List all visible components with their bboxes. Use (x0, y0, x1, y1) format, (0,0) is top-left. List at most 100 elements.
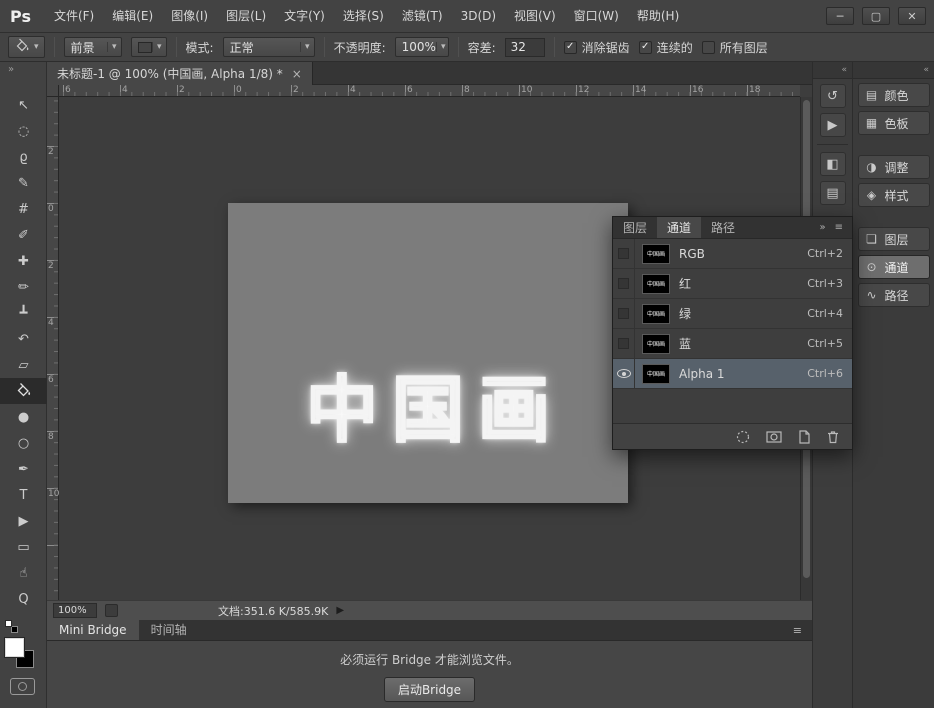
channel-thumbnail[interactable]: 中国画 (642, 244, 670, 264)
dock-collapse-chevron[interactable]: « (813, 62, 852, 79)
crop-tool[interactable]: # (0, 196, 47, 222)
actions-panel-button[interactable]: ▶ (820, 113, 846, 137)
channel-shortcut: Ctrl+3 (807, 277, 843, 290)
move-tool[interactable]: ↖ (0, 92, 47, 118)
menu-select[interactable]: 选择(S) (334, 0, 393, 33)
toolbar-collapse-chevron[interactable]: » (0, 62, 46, 78)
new-channel-button[interactable] (797, 430, 811, 444)
healing-brush-tool[interactable]: ✚ (0, 248, 47, 274)
channel-row-green[interactable]: 中国画 绿 Ctrl+4 (613, 299, 852, 329)
close-button[interactable]: ✕ (898, 7, 926, 25)
delete-channel-button[interactable] (826, 430, 840, 444)
tab-timeline[interactable]: 时间轴 (139, 620, 199, 640)
visibility-toggle[interactable] (613, 239, 635, 268)
tab-close-icon[interactable]: × (292, 67, 302, 81)
load-selection-button[interactable] (735, 430, 751, 444)
menu-window[interactable]: 窗口(W) (565, 0, 628, 33)
zoom-level-field[interactable]: 100% (53, 603, 97, 618)
marquee-tool[interactable]: ◌ (0, 118, 47, 144)
path-selection-tool[interactable]: ▶ (0, 508, 47, 534)
eyedropper-tool[interactable]: ✐ (0, 222, 47, 248)
channel-row-blue[interactable]: 中国画 蓝 Ctrl+5 (613, 329, 852, 359)
visibility-toggle[interactable] (613, 329, 635, 358)
restore-button[interactable]: ▢ (862, 7, 890, 25)
tab-layers[interactable]: 图层 (613, 217, 657, 238)
panel-button-paths[interactable]: ∿ 路径 (858, 283, 930, 307)
ruler-number: 8 (48, 433, 54, 442)
panel-menu-icon[interactable]: ≡ (793, 620, 802, 640)
pattern-picker[interactable]: ▾ (131, 37, 167, 57)
fill-source-select[interactable]: 前景 ▾ (64, 37, 122, 57)
quick-mask-button[interactable] (10, 678, 35, 695)
document-canvas[interactable]: 中国画 (228, 203, 628, 503)
visibility-toggle[interactable] (613, 269, 635, 298)
menu-edit[interactable]: 编辑(E) (103, 0, 162, 33)
tab-mini-bridge[interactable]: Mini Bridge (47, 620, 139, 640)
mode-select[interactable]: 正常 ▾ (223, 37, 315, 57)
tab-paths[interactable]: 路径 (701, 217, 745, 238)
status-icon[interactable] (105, 604, 118, 617)
visibility-toggle[interactable] (613, 299, 635, 328)
antialias-checkbox[interactable]: ✓ 消除锯齿 (564, 39, 630, 56)
rectangle-tool-icon: ▭ (17, 541, 29, 554)
panel-button-color[interactable]: ▤ 颜色 (858, 83, 930, 107)
rectangle-tool[interactable]: ▭ (0, 534, 47, 560)
tool-preset-picker[interactable]: ▾ (8, 36, 45, 58)
foreground-color-swatch[interactable] (5, 638, 24, 657)
brush-tool[interactable]: ✏ (0, 274, 47, 300)
panel-button-styles[interactable]: ◈ 样式 (858, 183, 930, 207)
healing-brush-tool-icon: ✚ (18, 255, 29, 268)
channel-row-red[interactable]: 中国画 红 Ctrl+3 (613, 269, 852, 299)
tool-list: ↖ ◌ ϱ ✎ # ✐ ✚ ✏ ┻ ↶ ▱ ● ○ ✒ T ▶ ▭ ☝ Q (0, 92, 46, 612)
channel-row-rgb[interactable]: 中国画 RGB Ctrl+2 (613, 239, 852, 269)
all-layers-checkbox[interactable]: 所有图层 (702, 39, 768, 56)
menu-image[interactable]: 图像(I) (162, 0, 217, 33)
channel-thumbnail[interactable]: 中国画 (642, 334, 670, 354)
chevron-down-icon: ▾ (152, 42, 166, 52)
document-tab[interactable]: 未标题-1 @ 100% (中国画, Alpha 1/8) * × (47, 62, 313, 85)
menu-help[interactable]: 帮助(H) (628, 0, 688, 33)
panel-button-layers[interactable]: ❏ 图层 (858, 227, 930, 251)
visibility-toggle[interactable] (613, 359, 635, 388)
channel-thumbnail[interactable]: 中国画 (642, 304, 670, 324)
tab-channels[interactable]: 通道 (657, 217, 701, 238)
pen-tool[interactable]: ✒ (0, 456, 47, 482)
tolerance-input[interactable]: 32 (505, 38, 545, 57)
menu-type[interactable]: 文字(Y) (275, 0, 334, 33)
menu-view[interactable]: 视图(V) (505, 0, 565, 33)
history-brush-tool[interactable]: ↶ (0, 326, 47, 352)
status-expand-arrow[interactable]: ▶ (336, 605, 344, 616)
dodge-tool[interactable]: ○ (0, 430, 47, 456)
default-colors-icon[interactable] (5, 620, 21, 634)
properties-panel-button[interactable]: ◧ (820, 152, 846, 176)
minimize-button[interactable]: ─ (826, 7, 854, 25)
quick-selection-tool[interactable]: ✎ (0, 170, 47, 196)
type-tool[interactable]: T (0, 482, 47, 508)
hand-tool[interactable]: ☝ (0, 560, 47, 586)
channel-thumbnail[interactable]: 中国画 (642, 364, 670, 384)
panel-menu-icon[interactable]: ≡ (835, 217, 843, 238)
panel-button-channels[interactable]: ⊙ 通道 (858, 255, 930, 279)
channel-row-alpha1-selected[interactable]: 中国画 Alpha 1 Ctrl+6 (613, 359, 852, 389)
save-selection-as-channel-button[interactable] (766, 430, 782, 444)
info-panel-button[interactable]: ▤ (820, 181, 846, 205)
dock-collapse-chevron[interactable]: « (853, 62, 934, 79)
menu-file[interactable]: 文件(F) (45, 0, 103, 33)
paint-bucket-tool[interactable] (0, 378, 47, 404)
clone-stamp-tool[interactable]: ┻ (0, 300, 47, 326)
eraser-tool[interactable]: ▱ (0, 352, 47, 378)
panel-button-swatches[interactable]: ▦ 色板 (858, 111, 930, 135)
lasso-tool[interactable]: ϱ (0, 144, 47, 170)
zoom-tool[interactable]: Q (0, 586, 47, 612)
launch-bridge-button[interactable]: 启动Bridge (384, 677, 475, 702)
panel-expand-icon[interactable]: » (819, 217, 825, 238)
panel-button-adjustments[interactable]: ◑ 调整 (858, 155, 930, 179)
blur-tool[interactable]: ● (0, 404, 47, 430)
menu-3d[interactable]: 3D(D) (452, 0, 505, 33)
menu-layer[interactable]: 图层(L) (217, 0, 275, 33)
menu-filter[interactable]: 滤镜(T) (393, 0, 452, 33)
channel-thumbnail[interactable]: 中国画 (642, 274, 670, 294)
history-panel-button[interactable]: ↺ (820, 84, 846, 108)
opacity-select[interactable]: 100% ▾ (395, 37, 449, 57)
contiguous-checkbox[interactable]: ✓ 连续的 (639, 39, 693, 56)
